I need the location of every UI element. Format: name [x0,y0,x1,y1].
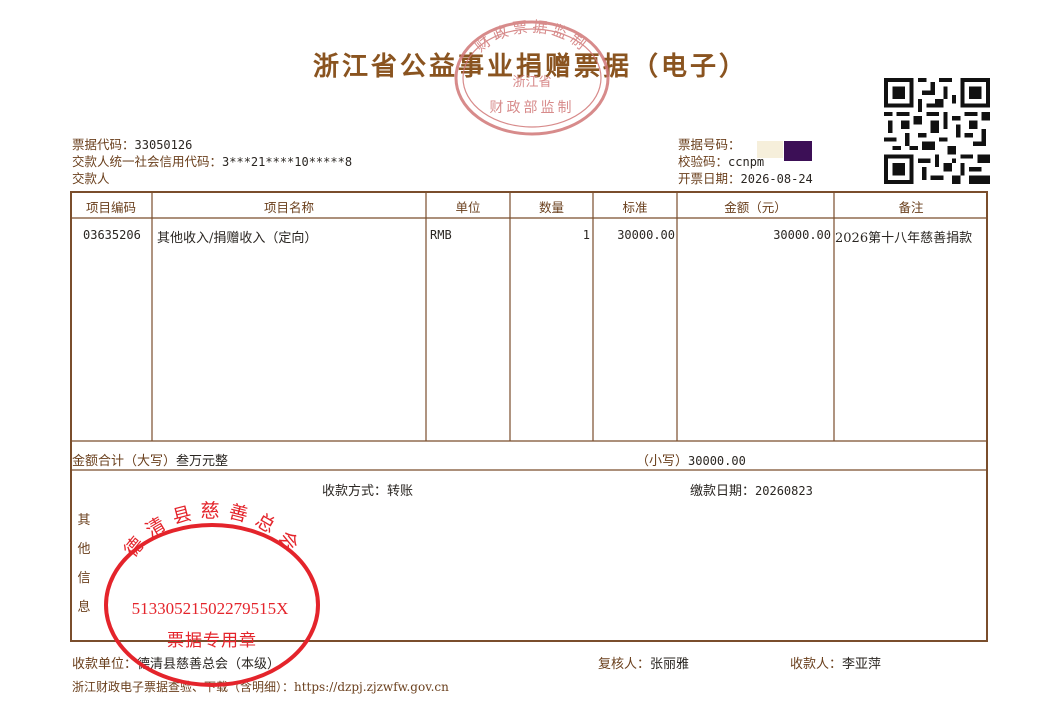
charity-seal-org: 德清县慈善总会 [120,500,300,562]
charity-seal-icon: 德清县慈善总会 51330521502279515X 票据专用章 [104,500,320,687]
finance-seal-bottom-text: 财政部监制 [490,100,575,116]
charity-seal-number: 51330521502279515X [132,599,289,618]
finance-seal-mid-text: 浙江省 [512,75,551,90]
seals-layer: 财政票据监制 浙江省 财政部监制 德清县慈善总会 513305215022795… [104,18,610,687]
finance-seal-icon: 财政票据监制 浙江省 财政部监制 [454,18,610,136]
svg-text:德清县慈善总会: 德清县慈善总会 [120,500,308,562]
charity-seal-usage: 票据专用章 [167,631,257,651]
receipt-page: 浙江省公益事业捐赠票据（电子） 票据代码：33050126 交款人统一社会信用代… [0,0,1061,709]
